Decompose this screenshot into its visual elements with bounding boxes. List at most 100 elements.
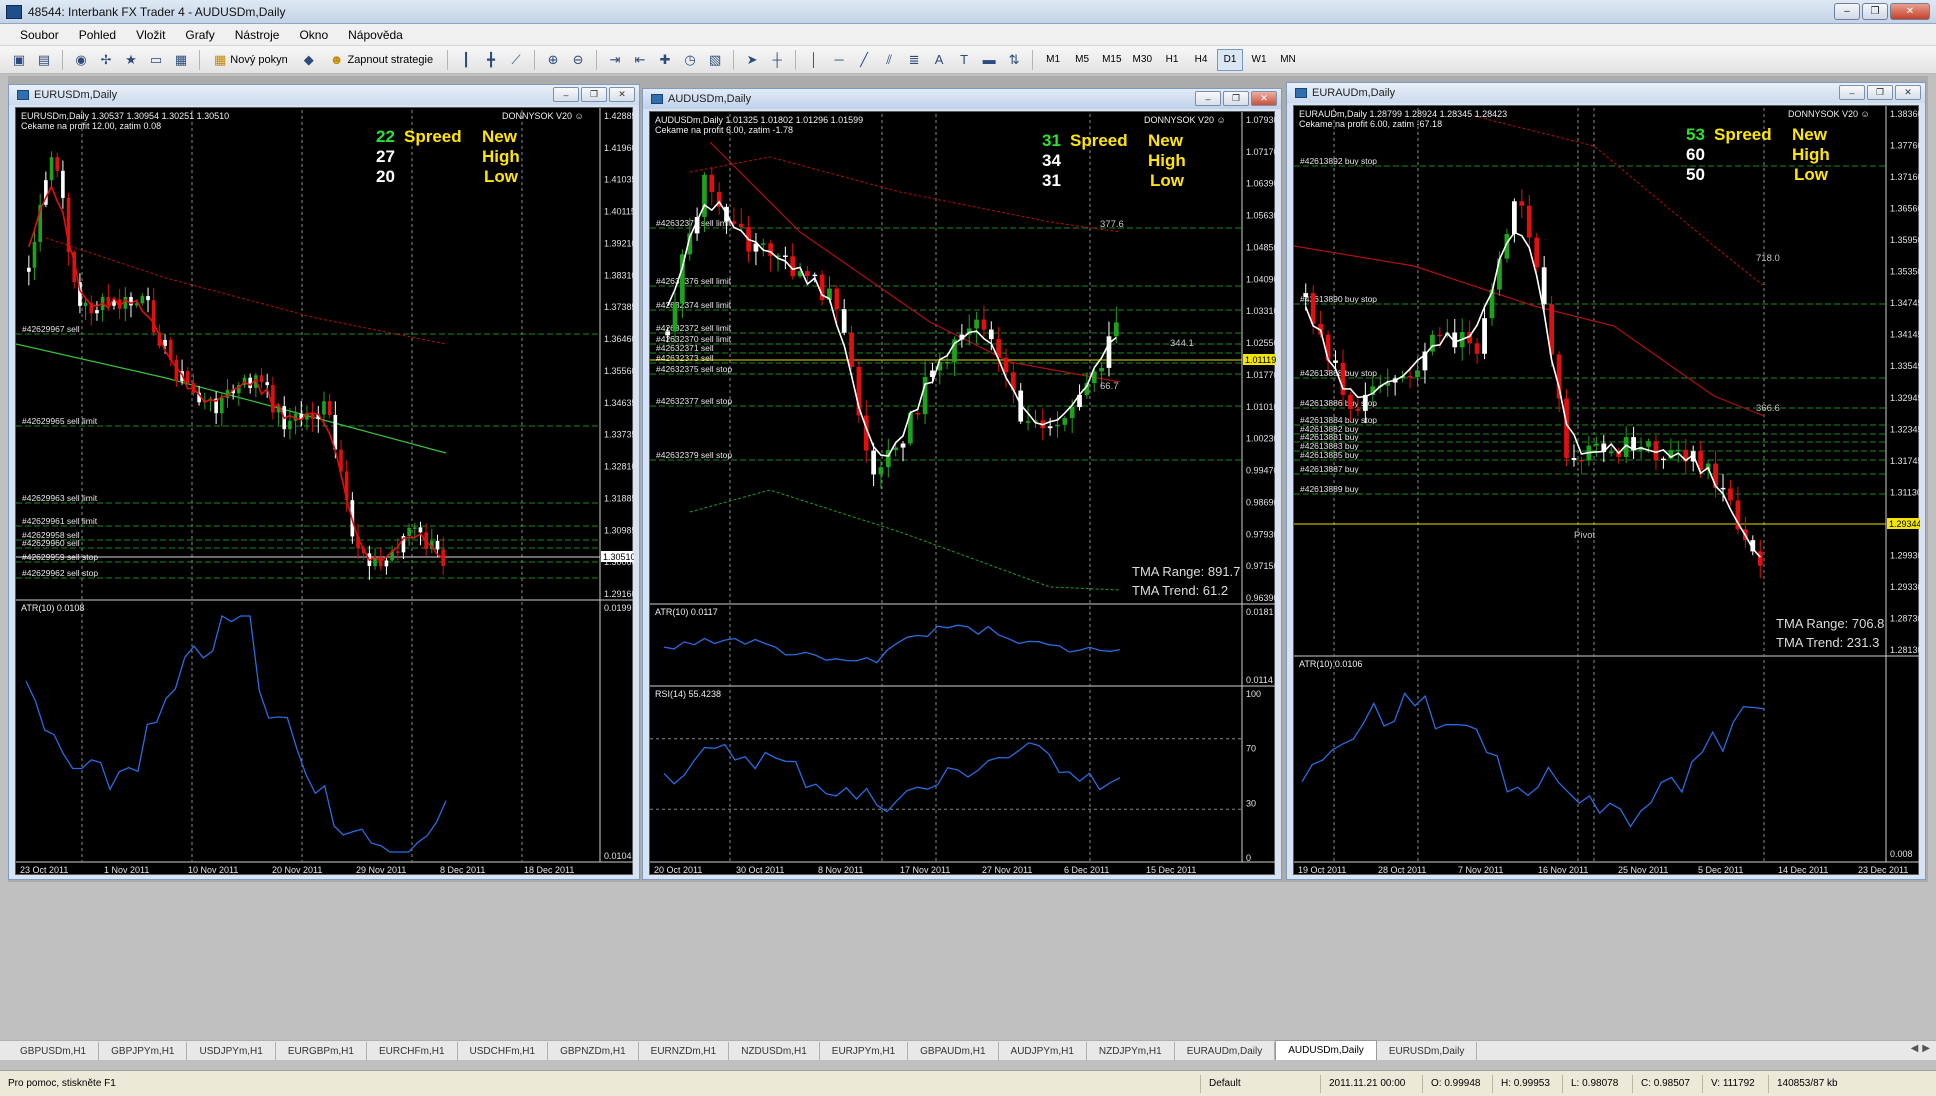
- new-label: New: [1792, 125, 1828, 144]
- chart-window-titlebar[interactable]: AUDUSDm,Daily: [643, 89, 1281, 109]
- templates-icon[interactable]: ▧: [704, 49, 726, 71]
- chart-tab[interactable]: AUDJPYm,H1: [999, 1042, 1087, 1060]
- channel-icon[interactable]: ⫽: [878, 49, 900, 71]
- vertical-line-icon[interactable]: │: [803, 49, 825, 71]
- tester-icon[interactable]: ▦: [170, 49, 192, 71]
- menu-charts[interactable]: Grafy: [175, 28, 224, 42]
- chart-shift-icon[interactable]: ⇥: [604, 49, 626, 71]
- chart-tab[interactable]: EURCHFm,H1: [367, 1042, 458, 1060]
- menu-file[interactable]: Soubor: [10, 28, 69, 42]
- menu-help[interactable]: Nápověda: [338, 28, 413, 42]
- timeframe-h1[interactable]: H1: [1159, 49, 1185, 71]
- candlestick-icon[interactable]: ╋: [480, 49, 502, 71]
- tab-scroll-right-icon[interactable]: ▶: [1922, 1043, 1930, 1054]
- menu-tools[interactable]: Nástroje: [225, 28, 290, 42]
- restore-button[interactable]: ❐: [581, 87, 607, 102]
- menu-insert[interactable]: Vložit: [126, 28, 175, 42]
- chart-tab[interactable]: EURAUDm,Daily: [1175, 1042, 1276, 1060]
- restore-button[interactable]: ❐: [1867, 85, 1893, 100]
- line-chart-icon[interactable]: ⟋: [505, 49, 527, 71]
- profiles-icon[interactable]: ▤: [33, 49, 55, 71]
- metaeditor-icon[interactable]: ◆: [298, 49, 320, 71]
- chart-tab[interactable]: USDCHFm,H1: [458, 1042, 549, 1060]
- chart-canvas[interactable]: 1.38360 1.37760 1.37160 1.36560 1.35950 1.353…: [1293, 105, 1920, 876]
- close-button[interactable]: ✕: [1251, 91, 1277, 106]
- chart-tab[interactable]: EURGBPm,H1: [276, 1042, 367, 1060]
- market-watch-icon[interactable]: ◉: [70, 49, 92, 71]
- terminal-icon[interactable]: ▭: [145, 49, 167, 71]
- smoothed-price-line: [28, 184, 444, 563]
- spread-value: 31: [1042, 131, 1061, 150]
- chart-tab[interactable]: EURNZDm,H1: [639, 1042, 730, 1060]
- fibonacci-icon[interactable]: ≣: [903, 49, 925, 71]
- candle-body: [1728, 488, 1733, 501]
- menu-window[interactable]: Okno: [289, 28, 338, 42]
- minimize-button[interactable]: –: [1839, 85, 1865, 100]
- candle-body: [95, 310, 99, 314]
- chart-tab-active[interactable]: AUDUSDm,Daily: [1275, 1040, 1377, 1060]
- menu-view[interactable]: Pohled: [69, 28, 126, 42]
- rectangle-icon[interactable]: ▬: [978, 49, 1000, 71]
- crosshair-icon[interactable]: ┼: [766, 49, 788, 71]
- bar-chart-icon[interactable]: ┃: [455, 49, 477, 71]
- trendline-icon[interactable]: ╱: [853, 49, 875, 71]
- close-button[interactable]: ✕: [1895, 85, 1921, 100]
- candle-body: [1534, 237, 1540, 268]
- horizontal-line-icon[interactable]: ─: [828, 49, 850, 71]
- timeframe-mn[interactable]: MN: [1275, 49, 1301, 71]
- indicators-icon[interactable]: ✚: [654, 49, 676, 71]
- restore-button[interactable]: ❐: [1223, 91, 1249, 106]
- chart-window-controls: – ❐ ✕: [553, 87, 635, 102]
- chart-window-controls: – ❐ ✕: [1195, 91, 1277, 106]
- timeframe-m5[interactable]: M5: [1069, 49, 1095, 71]
- chart-canvas[interactable]: 1.07930 1.07170 1.06390 1.05630 1.04850 1.040…: [649, 111, 1276, 876]
- chart-tab[interactable]: EURUSDm,Daily: [1377, 1042, 1478, 1060]
- data-window-icon[interactable]: ✢: [95, 49, 117, 71]
- text-icon[interactable]: A: [928, 49, 950, 71]
- periods-icon[interactable]: ◷: [679, 49, 701, 71]
- chart-tab[interactable]: USDJPYm,H1: [187, 1042, 276, 1060]
- chart-window-audusd[interactable]: AUDUSDm,Daily – ❐ ✕ 1.07930 1.07170 1.0639…: [642, 88, 1282, 880]
- zoom-in-icon[interactable]: ⊕: [542, 49, 564, 71]
- tab-scroll-left-icon[interactable]: ◀: [1911, 1043, 1919, 1054]
- new-chart-icon[interactable]: ▣: [8, 49, 30, 71]
- expert-advisors-button[interactable]: ☻ Zapnout strategie: [323, 49, 440, 71]
- chart-window-titlebar[interactable]: EURUSDm,Daily: [9, 85, 639, 105]
- chart-tab[interactable]: EURJPYm,H1: [820, 1042, 909, 1060]
- timeframe-w1[interactable]: W1: [1246, 49, 1272, 71]
- minimize-button[interactable]: –: [1834, 3, 1860, 20]
- timeframe-d1[interactable]: D1: [1217, 48, 1243, 71]
- chart-window-euraud[interactable]: EURAUDm,Daily – ❐ ✕ 1.38360 1.37760 1.3716…: [1286, 82, 1926, 880]
- minimize-button[interactable]: –: [553, 87, 579, 102]
- chart-window-eurusd[interactable]: EURUSDm,Daily – ❐ ✕ 1.42885 1.41960 1.4103…: [8, 84, 640, 880]
- restore-button[interactable]: ❐: [1862, 3, 1888, 20]
- timeframe-m15[interactable]: M15: [1098, 49, 1125, 71]
- minimize-button[interactable]: –: [1195, 91, 1221, 106]
- chart-window-titlebar[interactable]: EURAUDm,Daily: [1287, 83, 1925, 103]
- chart-svg[interactable]: 1.42885 1.41960 1.41035 1.40115 1.39210 1.383…: [16, 108, 634, 876]
- chart-tab[interactable]: NZDJPYm,H1: [1087, 1042, 1175, 1060]
- title-bar[interactable]: 48544: Interbank FX Trader 4 - AUDUSDm,D…: [0, 0, 1936, 24]
- arrows-icon[interactable]: ⇅: [1003, 49, 1025, 71]
- cursor-icon[interactable]: ➤: [741, 49, 763, 71]
- order-label: #42629967 sell: [22, 324, 80, 334]
- close-button[interactable]: ✕: [609, 87, 635, 102]
- chart-tab[interactable]: GBPUSDm,H1: [8, 1042, 100, 1060]
- timeframe-m1[interactable]: M1: [1040, 49, 1066, 71]
- timeframe-h4[interactable]: H4: [1188, 49, 1214, 71]
- chart-canvas[interactable]: 1.42885 1.41960 1.41035 1.40115 1.39210 1.383…: [15, 107, 634, 876]
- candle-body: [783, 255, 788, 257]
- chart-tab[interactable]: GBPNZDm,H1: [548, 1042, 639, 1060]
- timeframe-m30[interactable]: M30: [1129, 49, 1156, 71]
- autoscroll-icon[interactable]: ⇤: [629, 49, 651, 71]
- close-button[interactable]: ✕: [1890, 3, 1930, 20]
- new-order-button[interactable]: ▦ Nový pokyn: [207, 49, 295, 71]
- label-icon[interactable]: T: [953, 49, 975, 71]
- chart-svg[interactable]: 1.07930 1.07170 1.06390 1.05630 1.04850 1.040…: [650, 112, 1276, 876]
- chart-tab[interactable]: NZDUSDm,H1: [729, 1042, 820, 1060]
- zoom-out-icon[interactable]: ⊖: [567, 49, 589, 71]
- navigator-icon[interactable]: ★: [120, 49, 142, 71]
- chart-tab[interactable]: GBPAUDm,H1: [908, 1042, 999, 1060]
- chart-svg[interactable]: 1.38360 1.37760 1.37160 1.36560 1.35950 1.353…: [1294, 106, 1920, 876]
- chart-tab[interactable]: GBPJPYm,H1: [99, 1042, 188, 1060]
